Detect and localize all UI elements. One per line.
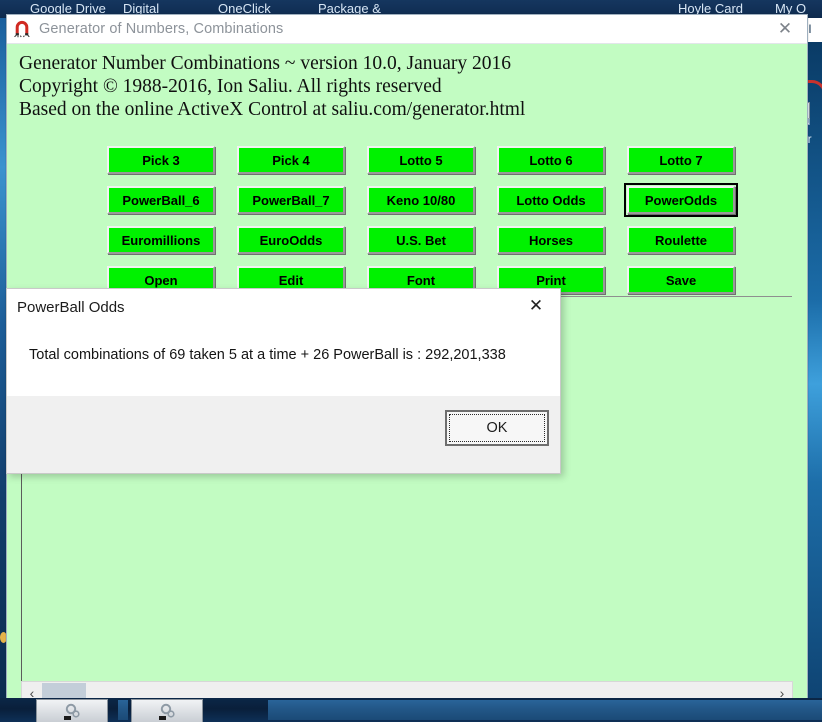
powerball-odds-dialog: PowerBall Odds ✕ Total combinations of 6… <box>6 288 561 474</box>
euromillions-button[interactable]: Euromillions <box>107 226 215 254</box>
power-odds-button[interactable]: PowerOdds <box>624 183 738 217</box>
dialog-title-bar[interactable]: PowerBall Odds ✕ <box>7 289 560 325</box>
header-line-source: Based on the online ActiveX Control at s… <box>19 99 526 120</box>
app-close-button[interactable]: ✕ <box>763 15 807 43</box>
header-line-version: Generator Number Combinations ~ version … <box>19 53 511 74</box>
dialog-close-icon[interactable]: ✕ <box>516 291 556 321</box>
app-title-bar[interactable]: Generator of Numbers, Combinations ✕ <box>7 15 807 44</box>
dialog-title-label: PowerBall Odds <box>17 298 125 316</box>
button-row-1: Pick 3 Pick 4 Lotto 5 Lotto 6 Lotto 7 <box>7 146 807 186</box>
save-button[interactable]: Save <box>627 266 735 294</box>
action-button-grid: Pick 3 Pick 4 Lotto 5 Lotto 6 Lotto 7 Po… <box>7 146 807 306</box>
roulette-button[interactable]: Roulette <box>627 226 735 254</box>
ok-button-label: OK <box>486 420 508 436</box>
app-title-label: Generator of Numbers, Combinations <box>39 21 284 37</box>
lotto-5-button[interactable]: Lotto 5 <box>367 146 475 174</box>
powerball-7-button[interactable]: PowerBall_7 <box>237 186 345 214</box>
dialog-footer: OK <box>7 396 560 473</box>
taskbar-empty-area[interactable] <box>268 700 822 720</box>
euro-odds-button[interactable]: EuroOdds <box>237 226 345 254</box>
horseshoe-magnet-icon <box>13 20 31 38</box>
keno-10-80-button[interactable]: Keno 10/80 <box>367 186 475 214</box>
dialog-message-text: Total combinations of 69 taken 5 at a ti… <box>29 347 506 363</box>
screen-root: Google Drive Digital OneClick Package & … <box>0 0 822 722</box>
ok-button[interactable]: OK <box>445 410 549 446</box>
pick-4-button[interactable]: Pick 4 <box>237 146 345 174</box>
button-row-3: Euromillions EuroOdds U.S. Bet Horses Ro… <box>7 226 807 266</box>
horses-button[interactable]: Horses <box>497 226 605 254</box>
gear-icon <box>157 701 177 721</box>
taskbar-item[interactable] <box>131 699 203 722</box>
lotto-6-button[interactable]: Lotto 6 <box>497 146 605 174</box>
us-bet-button[interactable]: U.S. Bet <box>367 226 475 254</box>
header-line-copyright: Copyright © 1988-2016, Ion Saliu. All ri… <box>19 76 442 97</box>
lotto-odds-button[interactable]: Lotto Odds <box>497 186 605 214</box>
windows-taskbar <box>0 698 822 722</box>
pick-3-button[interactable]: Pick 3 <box>107 146 215 174</box>
lotto-7-button[interactable]: Lotto 7 <box>627 146 735 174</box>
button-row-2: PowerBall_6 PowerBall_7 Keno 10/80 Lotto… <box>7 183 807 226</box>
gear-icon <box>62 701 82 721</box>
powerball-6-button[interactable]: PowerBall_6 <box>107 186 215 214</box>
app-header-info: Generator Number Combinations ~ version … <box>7 44 807 123</box>
taskbar-separator <box>118 700 128 720</box>
taskbar-item[interactable] <box>36 699 108 722</box>
dialog-body: Total combinations of 69 taken 5 at a ti… <box>7 325 560 393</box>
